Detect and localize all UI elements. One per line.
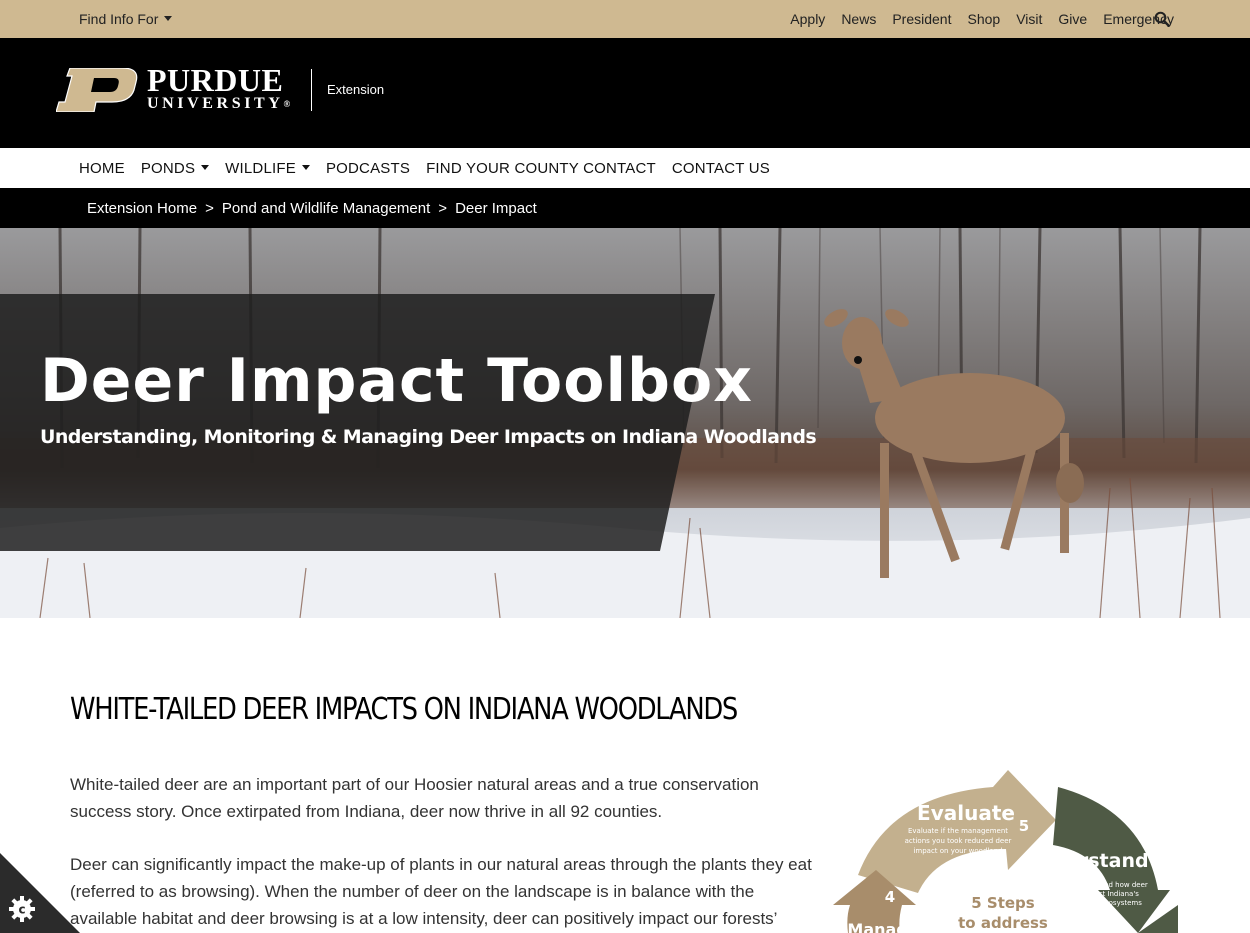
cycle-understand-number: 1	[1118, 916, 1128, 933]
browsing-paragraph: Deer can significantly impact the make-u…	[70, 855, 812, 928]
cycle-evaluate-desc-2: actions you took reduced deer	[905, 837, 1012, 845]
cycle-understand-title: Understand	[1023, 850, 1148, 872]
cycle-evaluate-desc-1: Evaluate if the management	[908, 827, 1008, 835]
extension-label[interactable]: Extension	[327, 82, 384, 97]
breadcrumb: Extension Home > Pond and Wildlife Manag…	[0, 188, 1250, 228]
cycle-manage-title: Manage	[847, 920, 918, 933]
purdue-p-logo-icon[interactable]	[56, 68, 138, 112]
nav-item-label: PODCASTS	[325, 160, 411, 177]
cycle-center-line-2: to address	[958, 914, 1048, 932]
breadcrumb-extension-home[interactable]: Extension Home	[87, 200, 197, 217]
cycle-understand-desc-3: forest ecosystems	[1078, 899, 1142, 907]
utility-link-visit[interactable]: Visit	[1016, 11, 1042, 27]
nav-item-label: CONTACT US	[671, 160, 770, 177]
caret-down-icon	[164, 15, 173, 21]
header-logo-band: PURDUE UNIVERSITY® Extension	[0, 38, 1250, 148]
hero-banner: Deer Impact Toolbox Understanding, Monit…	[0, 228, 1250, 618]
hero-title: Deer Impact Toolbox	[40, 346, 753, 416]
utility-link-news[interactable]: News	[841, 11, 876, 27]
breadcrumb-pond-wildlife[interactable]: Pond and Wildlife Management	[222, 200, 430, 217]
hero-subtitle: Understanding, Monitoring & Managing Dee…	[40, 426, 817, 448]
utility-links: Apply News President Shop Visit Give Eme…	[790, 11, 1174, 27]
cycle-manage-number: 4	[885, 888, 895, 906]
section-heading: WHITE-TAILED DEER IMPACTS ON INDIANA WOO…	[70, 692, 738, 727]
find-info-dropdown[interactable]: Find Info For	[79, 11, 173, 27]
purdue-wordmark[interactable]: PURDUE UNIVERSITY®	[147, 62, 290, 113]
nav-item-label: WILDLIFE	[225, 160, 296, 177]
breadcrumb-trail: Extension Home > Pond and Wildlife Manag…	[87, 200, 537, 217]
registered-mark: ®	[283, 99, 291, 109]
wordmark-purdue: PURDUE	[147, 62, 284, 98]
nav-item-label: HOME	[79, 160, 125, 177]
nav-item-label: PONDS	[140, 160, 196, 177]
cycle-evaluate-desc-3: impact on your woodland	[913, 847, 1002, 855]
five-steps-cycle-graphic[interactable]: Evaluate Evaluate if the management acti…	[828, 765, 1178, 933]
cycle-center-line-1: 5 Steps	[971, 894, 1035, 912]
find-info-label: Find Info For	[79, 11, 159, 27]
breadcrumb-separator: >	[205, 200, 214, 217]
intro-paragraph: White-tailed deer are an important part …	[70, 775, 759, 821]
cycle-evaluate-title: Evaluate	[917, 801, 1015, 825]
svg-text:c: c	[18, 903, 25, 917]
wordmark-university-text: UNIVERSITY	[147, 95, 284, 112]
utility-link-give[interactable]: Give	[1058, 11, 1087, 27]
nav-item-podcasts[interactable]: PODCASTS	[326, 160, 410, 177]
search-icon[interactable]	[1154, 11, 1170, 27]
cycle-evaluate-number: 5	[1019, 817, 1029, 835]
nav-item-find-county-contact[interactable]: FIND YOUR COUNTY CONTACT	[426, 160, 656, 177]
caret-down-icon	[301, 164, 310, 170]
main-nav: HOME PONDS WILDLIFE PODCASTS FIND YOUR C…	[0, 148, 1250, 188]
nav-item-home[interactable]: HOME	[79, 160, 125, 177]
nav-item-contact-us[interactable]: CONTACT US	[672, 160, 770, 177]
breadcrumb-separator: >	[438, 200, 448, 217]
cookie-settings-icon: c	[9, 896, 35, 922]
utility-link-shop[interactable]: Shop	[967, 11, 1000, 27]
nav-item-ponds[interactable]: PONDS	[140, 160, 210, 177]
cycle-understand-desc-2: impact Indiana's	[1081, 890, 1139, 898]
breadcrumb-current: Deer Impact	[455, 200, 537, 217]
main-nav-list: HOME PONDS WILDLIFE PODCASTS FIND YOUR C…	[79, 160, 770, 177]
cookie-settings-widget[interactable]: c	[0, 853, 80, 933]
caret-down-icon	[201, 164, 210, 170]
nav-item-label: FIND YOUR COUNTY CONTACT	[426, 160, 656, 177]
logo-divider	[311, 69, 312, 111]
wordmark-university: UNIVERSITY®	[147, 95, 290, 113]
utility-link-apply[interactable]: Apply	[790, 11, 825, 27]
hero-title-panel	[0, 294, 715, 551]
utility-link-president[interactable]: President	[892, 11, 951, 27]
cycle-understand-desc-1: Understand how deer	[1072, 881, 1148, 889]
utility-bar: Find Info For Apply News President Shop …	[0, 0, 1250, 38]
nav-item-wildlife[interactable]: WILDLIFE	[225, 160, 310, 177]
